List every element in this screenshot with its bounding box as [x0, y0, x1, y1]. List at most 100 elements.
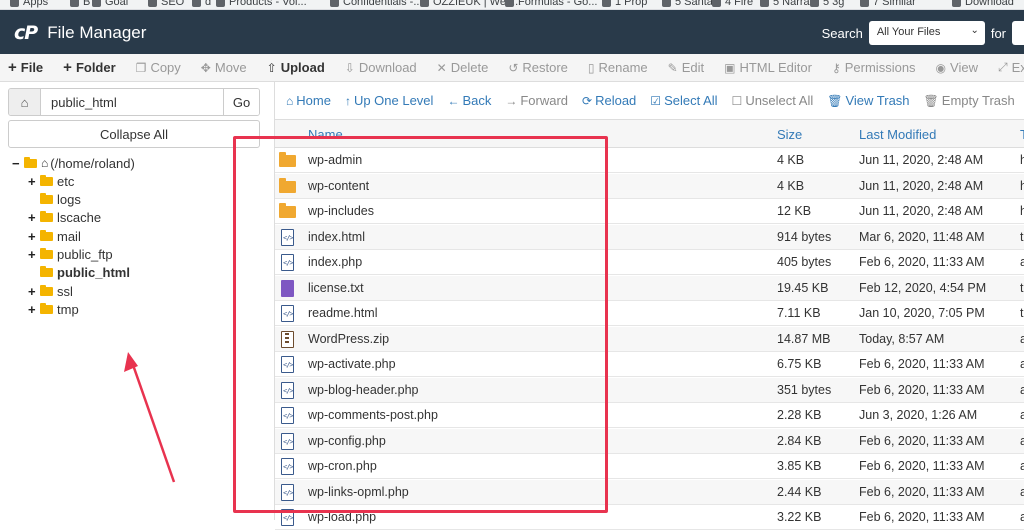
edit-button[interactable]: ✎ Edit [658, 54, 714, 81]
file-modified-cell: Mar 6, 2020, 11:48 AM [859, 229, 985, 244]
file-modified-cell: Jun 11, 2020, 2:48 AM [859, 153, 984, 167]
tree-item[interactable]: + public_ftp [28, 246, 113, 264]
view-trash-button[interactable]: 🗑 View Trash [820, 93, 916, 108]
expand-icon[interactable]: + [28, 210, 38, 225]
tree-item[interactable]: public_html [28, 264, 130, 282]
table-row[interactable]: </> index.php 405 bytes Feb 6, 2020, 11:33 … [275, 250, 1024, 275]
bookmark-item[interactable]: Download [952, 0, 1014, 8]
search-input[interactable] [1012, 21, 1024, 45]
restore-button[interactable]: ↺ Restore [498, 54, 578, 81]
up-one-level-button[interactable]: ↑ Up One Level [338, 93, 441, 108]
expand-icon[interactable]: + [28, 174, 38, 189]
file-modified-cell: Feb 6, 2020, 11:33 AM [859, 357, 985, 371]
bookmark-item[interactable]: 5 Santa [662, 0, 713, 8]
delete-button[interactable]: ✕ Delete [427, 54, 499, 81]
bookmark-label: d [205, 0, 212, 8]
file-name-cell: wp-admin [308, 153, 363, 167]
for-label: for [990, 25, 1006, 41]
bookmark-item[interactable]: B [70, 0, 90, 8]
table-row[interactable]: </> wp-activate.php 6.75 KB Feb 6, 2020, 11… [275, 352, 1024, 377]
bookmark-item[interactable]: Apps [10, 0, 48, 8]
table-row[interactable]: wp-content 4 KB Jun 11, 2020, 2:48 AM h [275, 173, 1024, 199]
collapse-icon[interactable]: − [12, 156, 22, 171]
rename-button[interactable]: ▯ Rename [578, 54, 658, 81]
folder-icon [40, 174, 53, 186]
go-button[interactable]: Go [223, 89, 259, 115]
file-modified-cell: Feb 12, 2020, 4:54 PM [859, 280, 987, 295]
bookmark-item[interactable]: Goal [92, 0, 128, 8]
download-button[interactable]: ⇩ Download [335, 54, 427, 81]
folder-icon [40, 193, 53, 205]
bookmark-item[interactable]: 4 Fire [712, 0, 753, 8]
file-name-cell: wp-config.php [308, 433, 386, 448]
empty-trash-button[interactable]: 🗑 Empty Trash [917, 93, 1022, 108]
unselect-all-button[interactable]: ☐ Unselect All [725, 93, 821, 108]
bookmark-item[interactable]: 5 Narrah [760, 0, 816, 8]
bookmark-label: 1 Prop [615, 0, 648, 8]
bookmark-item[interactable]: Confidentials -... [330, 0, 422, 8]
new-folder-button[interactable]: + Folder [53, 54, 126, 81]
home-icon[interactable]: ⌂ [9, 89, 41, 115]
tree-item[interactable]: − ⌂ (/home/roland) [12, 154, 135, 172]
copy-button[interactable]: ❐ Copy [126, 54, 191, 81]
path-bar: ⌂ public_html Go [8, 88, 260, 116]
bookmark-icon [216, 0, 225, 7]
table-row[interactable]: </> wp-links-opml.php 2.44 KB Feb 6, 2020, … [275, 479, 1024, 505]
html-editor-button[interactable]: ▣ HTML Editor [714, 54, 822, 81]
bookmark-item[interactable]: d [192, 0, 211, 8]
file-size-cell: 405 bytes [777, 255, 832, 269]
move-button[interactable]: ✥ Move [191, 54, 257, 81]
table-row[interactable]: </> wp-cron.php 3.85 KB Feb 6, 2020, 11:33 … [275, 454, 1024, 479]
upload-button[interactable]: ⇧ Upload [257, 54, 335, 81]
table-row[interactable]: </> wp-comments-post.php 2.28 KB Jun 3, 202… [275, 403, 1024, 428]
table-row[interactable]: </> readme.html 7.11 KB Jan 10, 2020, 7:05 … [275, 301, 1024, 326]
tree-item[interactable]: + tmp [28, 300, 79, 318]
toolbar-label: View [950, 60, 978, 75]
collapse-all-button[interactable]: Collapse All [8, 120, 260, 148]
folder-icon [40, 284, 53, 296]
column-header-name[interactable]: Name [308, 127, 343, 142]
table-row[interactable]: WordPress.zip 14.87 MB Today, 8:57 AM a [275, 326, 1024, 352]
table-row[interactable]: wp-admin 4 KB Jun 11, 2020, 2:48 AM h [275, 148, 1024, 173]
bookmark-item[interactable]: 7 Similar [860, 0, 916, 8]
forward-button[interactable]: → Forward [498, 93, 575, 108]
table-row[interactable]: wp-includes 12 KB Jun 11, 2020, 2:48 AM h [275, 199, 1024, 224]
permissions-button[interactable]: ⚷ Permissions [822, 54, 926, 81]
bookmark-item[interactable]: Formulas - Go... [505, 0, 597, 8]
tree-item[interactable]: + lscache [28, 209, 101, 227]
code-file-icon: </> [281, 458, 294, 475]
column-header-last-modified[interactable]: Last Modified [859, 127, 936, 142]
column-header-size[interactable]: Size [777, 127, 802, 142]
expand-icon[interactable]: + [28, 284, 38, 299]
back-button[interactable]: ← Back [440, 93, 498, 108]
view-button[interactable]: ◉ View [926, 54, 988, 81]
new-file-button[interactable]: + File [0, 54, 53, 81]
path-input[interactable]: public_html [41, 89, 223, 115]
bookmark-item[interactable]: Products - Vol... [216, 0, 307, 8]
search-scope-select[interactable]: All Your Files ⌄ [868, 21, 985, 45]
tree-item-label: lscache [57, 210, 102, 226]
table-row[interactable]: </> index.html 914 bytes Mar 6, 2020, 11:48… [275, 224, 1024, 250]
table-row[interactable]: </> wp-config.php 2.84 KB Feb 6, 2020, 11:3… [275, 428, 1024, 454]
column-header-type[interactable]: T [1020, 127, 1024, 142]
tree-item[interactable]: + ssl [28, 282, 73, 300]
expand-icon[interactable]: + [28, 247, 38, 262]
bookmark-item[interactable]: 5 3g [810, 0, 844, 8]
tree-item[interactable]: logs [28, 191, 81, 209]
tree-item[interactable]: + etc [28, 172, 74, 190]
select-all-button[interactable]: ☑ Select All [643, 93, 724, 108]
table-row[interactable]: </> wp-blog-header.php 351 bytes Feb 6, 202… [275, 377, 1024, 403]
table-row[interactable]: license.txt 19.45 KB Feb 12, 2020, 4:54 PM… [275, 275, 1024, 301]
tree-item[interactable]: + mail [28, 227, 81, 245]
extract-button[interactable]: ⤢Extract [988, 54, 1024, 81]
rename-icon: ▯ [587, 60, 595, 75]
bookmark-item[interactable]: 1 Prop [602, 0, 647, 8]
reload-button[interactable]: ⟳ Reload [575, 93, 643, 108]
table-row[interactable]: </> wp-load.php 3.22 KB Feb 6, 2020, 11:33 … [275, 505, 1024, 530]
expand-icon[interactable]: + [28, 302, 38, 317]
bookmark-item[interactable]: SEO [148, 0, 184, 8]
file-type-cell: a [1020, 510, 1024, 524]
expand-icon[interactable]: + [28, 229, 38, 244]
file-name-cell: wp-links-opml.php [308, 484, 409, 499]
home-nav-button[interactable]: ⌂ Home [279, 93, 338, 108]
